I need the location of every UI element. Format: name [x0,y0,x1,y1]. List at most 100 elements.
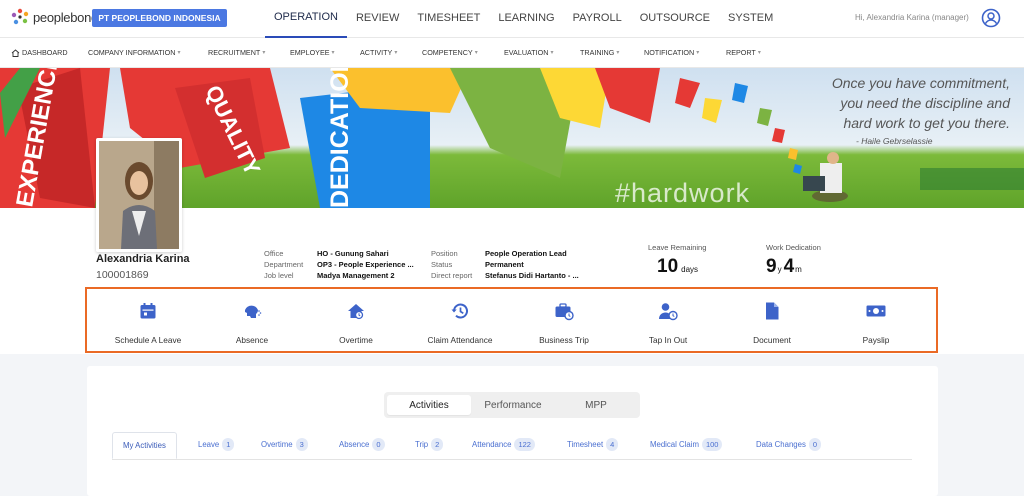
tab-data-changes[interactable]: Data Changes 0 [756,438,822,451]
nav-review[interactable]: REVIEW [347,0,408,38]
subnav-evaluation[interactable]: EVALUATION ▾ [504,48,553,57]
direct-report-label: Direct report [431,271,473,280]
tab-label: Overtime [261,440,293,449]
profile-name: Alexandria Karina [96,253,190,265]
main-nav: OPERATION REVIEW TIMESHEET LEARNING PAYR… [265,0,782,38]
tab-label: Medical Claim [650,440,699,449]
nav-outsource[interactable]: OUTSOURCE [631,0,719,38]
quote-author: - Haile Gebrselassie [856,136,933,146]
person-photo-icon [99,141,179,249]
user-clock-icon [659,303,678,321]
subnav-competency[interactable]: COMPETENCY ▾ [422,48,478,57]
peoplebond-logo[interactable]: peoplebond [10,8,98,26]
chevron-down-icon: ▾ [331,50,335,56]
months-unit: m [795,265,802,274]
count-badge: 0 [372,438,385,451]
tab-label: Absence [339,440,370,449]
history-icon [451,303,468,319]
work-dedication-value: 9y4m [766,256,803,278]
calendar-icon [140,303,156,319]
tab-trip[interactable]: Trip 2 [415,438,444,451]
years-unit: y [777,265,782,274]
nav-operation[interactable]: OPERATION [265,0,347,38]
profile-photo[interactable] [96,138,182,252]
subnav-label: EMPLOYEE [290,48,330,57]
subnav-report[interactable]: REPORT ▾ [726,48,761,57]
activity-tabs: My Activities Leave 1 Overtime 3 Absence 0 … [112,432,912,460]
tab-overtime[interactable]: Overtime 3 [261,438,308,451]
chevron-down-icon: ▾ [696,50,700,56]
subnav-label: NOTIFICATION [644,48,695,57]
position-value: People Operation Lead [485,249,567,258]
subnav-label: COMPANY INFORMATION [88,48,176,57]
quick-action-label: Business Trip [539,335,589,345]
subnav-dashboard[interactable]: DASHBOARD [11,48,68,57]
quote-line: hard work to get you there. [843,115,1010,131]
tab-label: Data Changes [756,440,806,449]
logo-text: peoplebond [33,9,98,25]
tab-mpp[interactable]: MPP [555,395,637,415]
job-level-label: Job level [264,271,294,280]
tab-timesheet[interactable]: Timesheet 4 [567,438,619,451]
segment-tabs: Activities Performance MPP [384,392,640,418]
user-account-icon[interactable] [981,8,1001,28]
nav-timesheet[interactable]: TIMESHEET [408,0,489,38]
office-label: Office [264,249,284,258]
subnav-company-information[interactable]: COMPANY INFORMATION ▾ [88,48,180,57]
document-icon [766,302,779,320]
tab-medical-claim[interactable]: Medical Claim 100 [650,438,723,451]
quick-action-label: Overtime [339,335,373,345]
briefcase-clock-icon [555,303,574,321]
subnav-recruitment[interactable]: RECRUITMENT ▾ [208,48,265,57]
direct-report-value: Stefanus Didi Hartanto - ... [485,271,579,280]
chevron-down-icon: ▾ [616,50,620,56]
tab-activities[interactable]: Activities [387,395,471,415]
nav-system[interactable]: SYSTEM [719,0,782,38]
schedule-leave-button[interactable]: Schedule A Leave [93,301,203,345]
profile-employee-id: 100001869 [96,269,149,281]
tab-performance[interactable]: Performance [471,395,555,415]
quick-action-label: Claim Attendance [427,335,493,345]
claim-attendance-button[interactable]: Claim Attendance [405,301,515,345]
subnav-label: RECRUITMENT [208,48,261,57]
quick-actions-panel: Schedule A Leave Absence Overtime Claim … [85,287,938,353]
chevron-down-icon: ▾ [262,50,266,56]
document-button[interactable]: Document [717,301,827,345]
company-badge[interactable]: PT PEOPLEBOND INDONESIA [92,9,227,27]
chevron-down-icon: ▾ [177,50,181,56]
payslip-button[interactable]: Payslip [821,301,931,345]
subnav-employee[interactable]: EMPLOYEE ▾ [290,48,335,57]
info-values-left: HO - Gunung Sahari OP3 - People Experien… [317,248,414,281]
subnav-training[interactable]: TRAINING ▾ [580,48,619,57]
quick-action-label: Tap In Out [648,335,688,345]
tab-my-activities[interactable]: My Activities [112,432,177,459]
banner-word-dedication: DEDICATION [326,68,354,208]
tab-leave[interactable]: Leave 1 [198,438,235,451]
subnav-label: EVALUATION [504,48,549,57]
tab-label: Leave [198,440,220,449]
absence-icon [245,305,262,318]
office-value: HO - Gunung Sahari [317,249,389,258]
tab-label: Attendance [472,440,512,449]
nav-payroll[interactable]: PAYROLL [564,0,631,38]
count-badge: 100 [701,438,723,451]
subnav-notification[interactable]: NOTIFICATION ▾ [644,48,699,57]
activity-card [87,366,938,496]
absence-button[interactable]: Absence [197,301,307,345]
count-badge: 4 [606,438,619,451]
status-value: Permanent [485,260,524,269]
top-bar: peoplebond PT PEOPLEBOND INDONESIA OPERA… [0,0,1024,38]
tap-in-out-button[interactable]: Tap In Out [613,301,723,345]
subnav-activity[interactable]: ACTIVITY ▾ [360,48,397,57]
tab-label: Trip [415,440,429,449]
overtime-button[interactable]: Overtime [301,301,411,345]
business-trip-button[interactable]: Business Trip [509,301,619,345]
nav-learning[interactable]: LEARNING [489,0,563,38]
tab-attendance[interactable]: Attendance 122 [472,438,535,451]
subnav-label: TRAINING [580,48,615,57]
tab-absence[interactable]: Absence 0 [339,438,385,451]
money-icon [866,305,886,317]
count-badge: 0 [808,438,822,451]
count-badge: 1 [222,438,235,451]
info-values-right: People Operation Lead Permanent Stefanus… [485,248,579,281]
